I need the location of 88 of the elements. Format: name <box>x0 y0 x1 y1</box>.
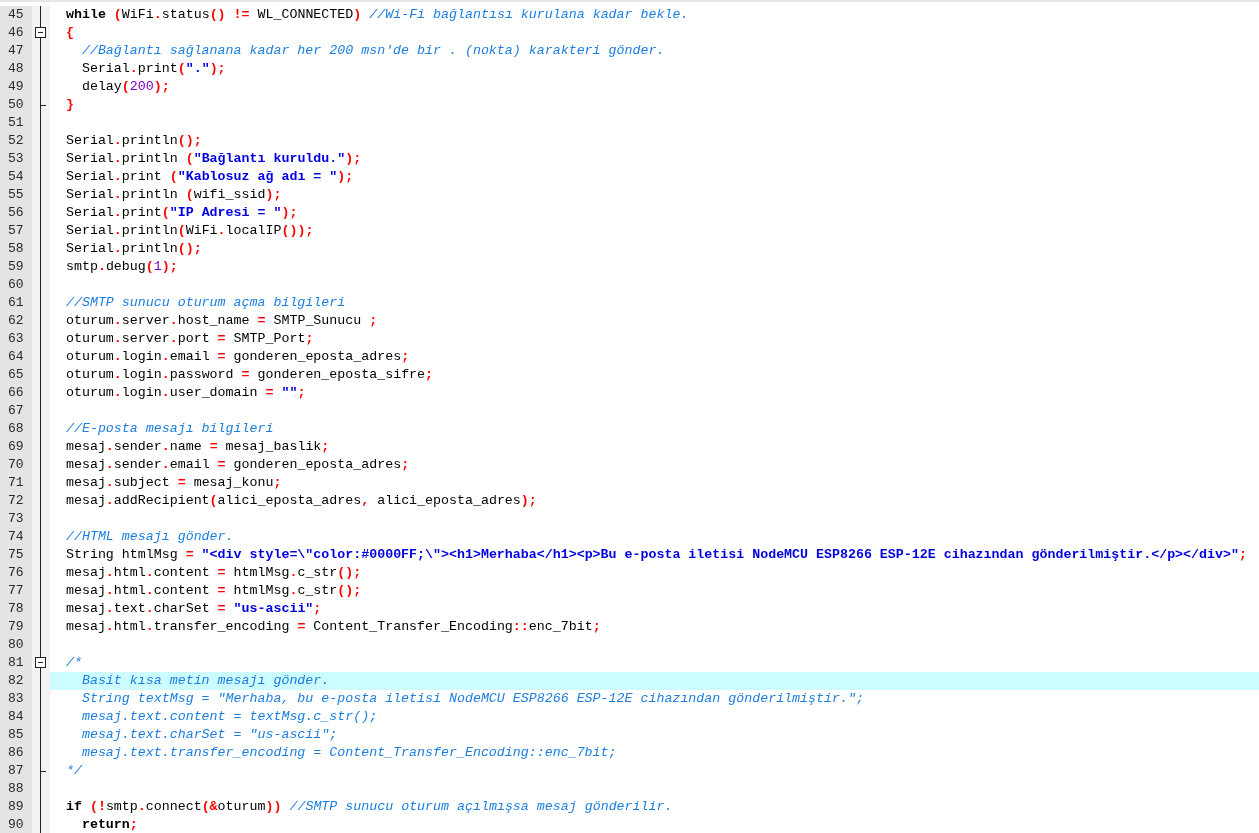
line-number: 46 <box>8 25 24 40</box>
line-number: 87 <box>8 763 24 778</box>
line-number: 68 <box>8 421 24 436</box>
code-line: mesaj.text.transfer_encoding = Content_Transfer_Encoding::enc_7bit; <box>80 744 617 762</box>
line-number: 86 <box>8 745 24 760</box>
code-line: oturum.server.port = SMTP_Port; <box>64 330 314 348</box>
line-number: 66 <box>8 385 24 400</box>
code-line: Serial.print ("Kablosuz ağ adı = "); <box>64 168 354 186</box>
code-line: String textMsg = "Merhaba, bu e-posta iletisi NodeMCU ESP8266 ESP-12E cihazından gönderilmiştir."; <box>80 690 864 708</box>
line-number: 51 <box>8 115 24 130</box>
code-line: mesaj.text.charSet = "us-ascii"; <box>64 600 322 618</box>
line-number: 59 <box>8 259 24 274</box>
line-number: 82 <box>8 673 24 688</box>
line-number: 90 <box>8 817 24 832</box>
line-number: 54 <box>8 169 24 184</box>
code-line: String htmlMsg = "<div style=\"color:#0000FF;\"><h1>Merhaba</h1><p>Bu e-posta iletisi NodeMCU ESP8266 ESP-12E cihazından gönderilmiştir.</p></div>"; <box>64 546 1247 564</box>
code-line: while (WiFi.status() != WL_CONNECTED) //Wi-Fi bağlantısı kurulana kadar bekle. <box>64 6 689 24</box>
line-number: 47 <box>8 43 24 58</box>
code-line: mesaj.sender.name = mesaj_baslik; <box>64 438 330 456</box>
line-number: 84 <box>8 709 24 724</box>
code-line: Serial.println ("Bağlantı kuruldu."); <box>64 150 362 168</box>
line-number: 49 <box>8 79 24 94</box>
line-number: 75 <box>8 547 24 562</box>
line-number: 61 <box>8 295 24 310</box>
code-line: Serial.print("."); <box>80 60 226 78</box>
line-number: 52 <box>8 133 24 148</box>
code-line: delay(200); <box>80 78 170 96</box>
code-line: mesaj.text.charSet = "us-ascii"; <box>80 726 338 744</box>
line-number: 56 <box>8 205 24 220</box>
line-number: 65 <box>8 367 24 382</box>
code-line: //Bağlantı sağlanana kadar her 200 msn'de bir . (nokta) karakteri gönder. <box>80 42 665 60</box>
code-line: mesaj.text.content = textMsg.c_str(); <box>80 708 378 726</box>
code-line: Serial.println (wifi_ssid); <box>64 186 282 204</box>
code-line: oturum.login.password = gonderen_eposta_sifre; <box>64 366 434 384</box>
code-line: Serial.println(); <box>64 132 202 150</box>
line-number: 67 <box>8 403 24 418</box>
line-number: 76 <box>8 565 24 580</box>
code-line: //E-posta mesajı bilgileri <box>64 420 274 438</box>
line-number: 73 <box>8 511 24 526</box>
fold-toggle-icon[interactable] <box>35 27 46 38</box>
code-line: mesaj.html.content = htmlMsg.c_str(); <box>64 564 362 582</box>
code-line: */ <box>64 762 82 780</box>
code-line: mesaj.html.content = htmlMsg.c_str(); <box>64 582 362 600</box>
code-line: mesaj.addRecipient(alici_eposta_adres, alici_eposta_adres); <box>64 492 537 510</box>
line-number: 58 <box>8 241 24 256</box>
code-line: mesaj.html.transfer_encoding = Content_Transfer_Encoding::enc_7bit; <box>64 618 601 636</box>
line-number: 70 <box>8 457 24 472</box>
line-number: 63 <box>8 331 24 346</box>
line-number: 45 <box>8 7 24 22</box>
code-line: mesaj.subject = mesaj_konu; <box>64 474 282 492</box>
line-number: 62 <box>8 313 24 328</box>
code-line: mesaj.sender.email = gonderen_eposta_adres; <box>64 456 410 474</box>
code-line: /* <box>64 654 82 672</box>
code-line: oturum.login.email = gonderen_eposta_adres; <box>64 348 410 366</box>
line-number: 83 <box>8 691 24 706</box>
line-number: 79 <box>8 619 24 634</box>
line-number: 80 <box>8 637 24 652</box>
code-line: { <box>64 24 74 42</box>
code-line: oturum.server.host_name = SMTP_Sunucu ; <box>64 312 378 330</box>
line-number: 81 <box>8 655 24 670</box>
line-number: 72 <box>8 493 24 508</box>
line-number: 77 <box>8 583 24 598</box>
line-number: 69 <box>8 439 24 454</box>
line-number: 64 <box>8 349 24 364</box>
code-line: Basit kısa metin mesajı gönder. <box>80 672 330 690</box>
line-number: 88 <box>8 781 24 796</box>
code-line: if (!smtp.connect(&oturum)) //SMTP sunucu oturum açılmışsa mesaj gönderilir. <box>64 798 673 816</box>
line-number: 50 <box>8 97 24 112</box>
fold-toggle-icon[interactable] <box>35 657 46 668</box>
line-number: 89 <box>8 799 24 814</box>
line-number: 53 <box>8 151 24 166</box>
code-line: oturum.login.user_domain = ""; <box>64 384 306 402</box>
code-line: //SMTP sunucu oturum açma bilgileri <box>64 294 346 312</box>
code-line: Serial.println(WiFi.localIP()); <box>64 222 314 240</box>
line-number: 55 <box>8 187 24 202</box>
code-line: Serial.print("IP Adresi = "); <box>64 204 298 222</box>
line-number: 60 <box>8 277 24 292</box>
line-number: 74 <box>8 529 24 544</box>
code-line: //HTML mesajı gönder. <box>64 528 234 546</box>
line-number: 71 <box>8 475 24 490</box>
line-number: 48 <box>8 61 24 76</box>
code-line: } <box>64 96 74 114</box>
code-line: return; <box>80 816 138 833</box>
line-number: 57 <box>8 223 24 238</box>
code-line: smtp.debug(1); <box>64 258 178 276</box>
line-number: 78 <box>8 601 24 616</box>
line-number: 85 <box>8 727 24 742</box>
code-line: Serial.println(); <box>64 240 202 258</box>
